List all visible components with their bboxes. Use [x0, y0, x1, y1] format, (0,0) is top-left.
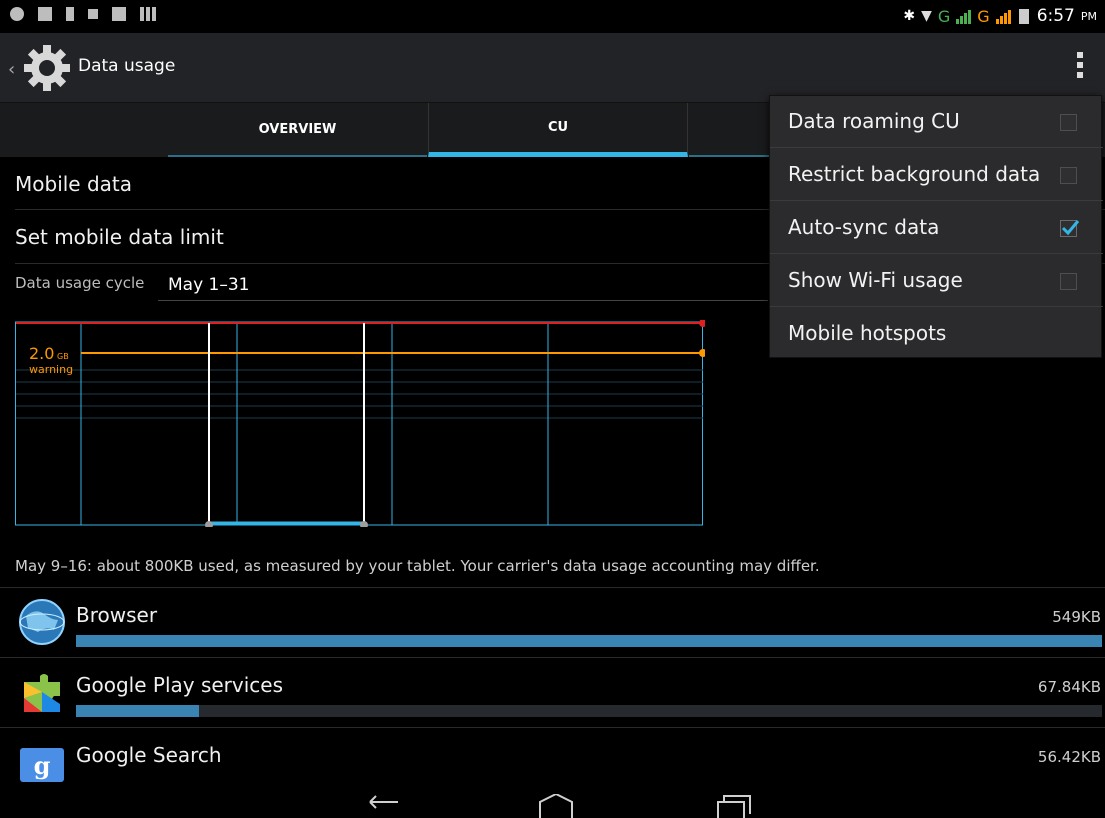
- mobile-data-toggle-row[interactable]: Mobile data: [15, 172, 132, 196]
- settings-gear-icon[interactable]: [22, 43, 72, 93]
- tab-cu[interactable]: CU: [428, 103, 688, 157]
- limit-handle[interactable]: [699, 320, 705, 327]
- home-icon[interactable]: [536, 794, 576, 818]
- app-size: 67.84KB: [1037, 678, 1101, 696]
- gallery-icon: [112, 7, 126, 21]
- menu-item-label: Mobile hotspots: [788, 321, 947, 345]
- data-roaming-checkbox[interactable]: [1060, 114, 1077, 131]
- page-title: Data usage: [78, 56, 176, 76]
- notification-icons: [10, 7, 144, 21]
- barcode-icon: [140, 7, 144, 21]
- recents-icon[interactable]: [714, 794, 754, 818]
- usage-summary: May 9–16: about 800KB used, as measured …: [15, 557, 820, 575]
- app-usage-bar: [76, 705, 1102, 717]
- app-name: Google Search: [76, 743, 222, 767]
- status-bar: ✱ ▼ G G 6:57 PM: [0, 0, 1105, 33]
- usage-chart[interactable]: 2.0 GB warning: [15, 320, 705, 527]
- restrict-background-checkbox[interactable]: [1060, 167, 1077, 184]
- network-type-1: G: [937, 6, 951, 26]
- network-type-2: G: [977, 6, 990, 26]
- warning-label: warning: [29, 363, 73, 376]
- google-play-services-icon: [24, 674, 60, 712]
- menu-item-label: Auto-sync data: [788, 215, 940, 239]
- app-size: 56.42KB: [1037, 748, 1101, 766]
- back-icon[interactable]: [364, 794, 404, 818]
- navigation-bar: [0, 784, 1105, 818]
- app-name: Google Play services: [76, 673, 284, 697]
- menu-item-label: Show Wi-Fi usage: [788, 268, 963, 292]
- clock: 6:57: [1036, 6, 1075, 26]
- app-row-google-play-services[interactable]: Google Play services 67.84KB: [0, 658, 1105, 728]
- menu-item-mobile-hotspots[interactable]: Mobile hotspots: [770, 308, 1103, 360]
- system-icons: ✱ ▼ G G 6:57 PM: [903, 6, 1097, 26]
- app-usage-fill: [76, 635, 1102, 647]
- menu-item-show-wifi[interactable]: Show Wi-Fi usage: [770, 255, 1103, 307]
- overflow-menu: Data roaming CU Restrict background data…: [769, 95, 1103, 360]
- bluetooth-icon: ✱: [903, 8, 916, 24]
- app-row-browser[interactable]: Browser 549KB: [0, 588, 1105, 658]
- browser-globe-icon: [19, 599, 65, 645]
- lock-icon: [88, 9, 98, 19]
- overflow-menu-icon[interactable]: [1077, 52, 1085, 78]
- app-usage-bar: [76, 635, 1102, 647]
- warning-unit: GB: [57, 352, 69, 361]
- warning-handle[interactable]: [699, 349, 705, 357]
- wifi-icon: ▼: [921, 8, 932, 24]
- usb-icon: [66, 7, 74, 21]
- cycle-label: Data usage cycle: [15, 274, 145, 292]
- google-search-icon: g: [20, 748, 64, 782]
- chrome-icon: [10, 7, 24, 21]
- show-wifi-checkbox[interactable]: [1060, 273, 1077, 290]
- checkmark-icon: [1061, 220, 1080, 236]
- cycle-spinner[interactable]: May 1–31: [158, 269, 768, 301]
- usage-chart-svg: 2.0 GB warning: [15, 320, 705, 527]
- menu-item-restrict-background[interactable]: Restrict background data: [770, 149, 1103, 201]
- signal-icon: [956, 8, 972, 24]
- up-chevron-icon[interactable]: ‹: [8, 59, 15, 80]
- app-usage-fill: [76, 705, 200, 717]
- menu-item-label: Restrict background data: [788, 162, 1041, 186]
- action-bar: ‹ Data usage: [0, 33, 1105, 103]
- app-size: 549KB: [1052, 608, 1101, 626]
- battery-icon: [1018, 8, 1029, 24]
- app-name: Browser: [76, 603, 158, 627]
- chart-grid: [16, 369, 703, 419]
- svg-text:g: g: [34, 751, 51, 780]
- menu-item-data-roaming[interactable]: Data roaming CU: [770, 96, 1103, 148]
- gallery-icon: [38, 7, 52, 21]
- menu-item-auto-sync[interactable]: Auto-sync data: [770, 202, 1103, 254]
- set-data-limit-row[interactable]: Set mobile data limit: [15, 225, 224, 249]
- auto-sync-checkbox[interactable]: [1060, 220, 1080, 237]
- clock-ampm: PM: [1080, 9, 1097, 23]
- warning-value: 2.0: [29, 344, 54, 363]
- tab-overview[interactable]: OVERVIEW: [168, 103, 427, 157]
- signal-icon: [995, 8, 1011, 24]
- menu-item-label: Data roaming CU: [788, 109, 960, 133]
